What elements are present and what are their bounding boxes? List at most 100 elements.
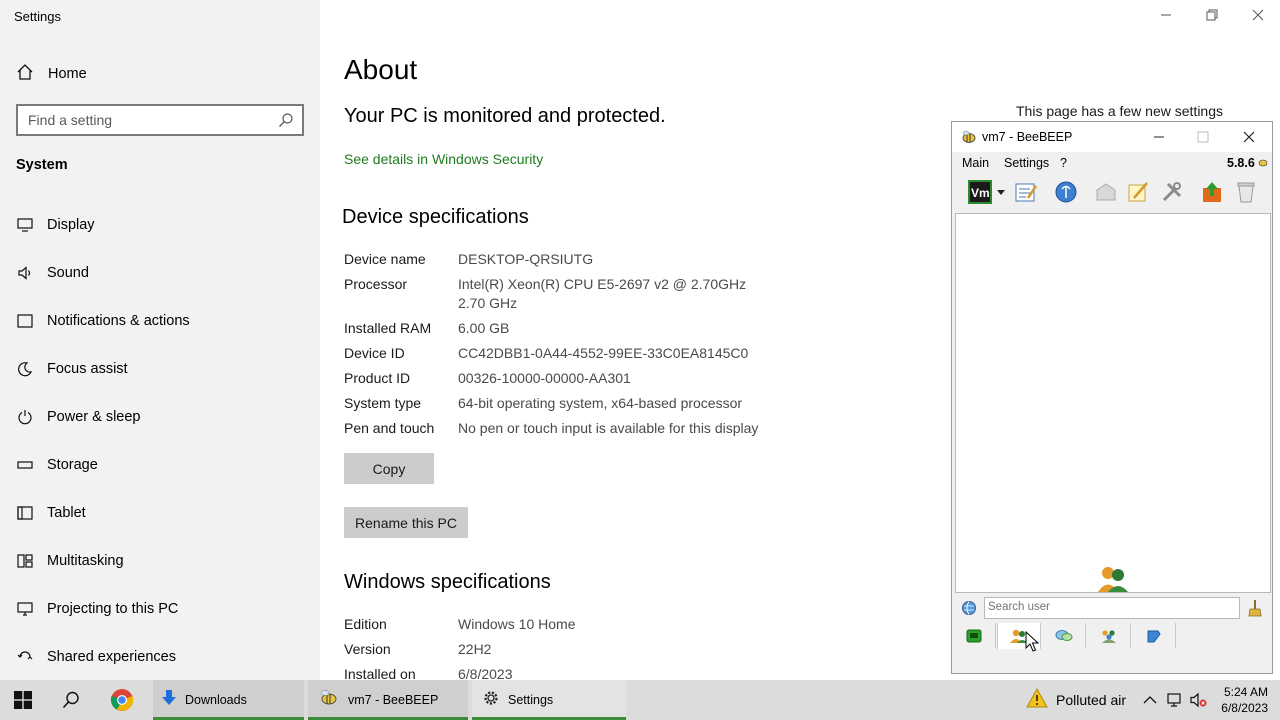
notifications-icon [16, 312, 34, 330]
nav-item-projecting[interactable]: Projecting to this PC [16, 597, 306, 621]
windows-specs-heading: Windows specifications [344, 571, 551, 593]
beebeep-toolbar: Vm [952, 174, 1272, 210]
taskbar-item-label: Downloads [185, 693, 247, 707]
section-label-system: System [16, 157, 68, 173]
rename-pc-button[interactable]: Rename this PC [344, 507, 468, 538]
beebeep-menubar: Main Settings ? 5.8.6 [952, 152, 1272, 174]
shared-experiences-icon [16, 648, 34, 666]
spec-key: Edition [344, 616, 387, 632]
spec-value: Windows 10 Home [458, 616, 576, 632]
tab-groups[interactable] [1087, 623, 1131, 648]
mouse-cursor-icon [1025, 630, 1040, 658]
nav-item-focus-assist[interactable]: Focus assist [16, 357, 306, 381]
settings-sidebar: Settings Home System Display Sound Notif… [0, 0, 320, 680]
bee-maximize-button[interactable] [1197, 130, 1209, 148]
users-group-icon [1097, 565, 1129, 598]
search-icon[interactable] [278, 112, 294, 133]
tab-home[interactable] [952, 623, 996, 648]
bee-close-button[interactable] [1243, 130, 1255, 148]
user-search-box[interactable] [984, 597, 1240, 619]
system-clock[interactable]: 5:24 AM 6/8/2023 [1221, 684, 1268, 716]
nav-home-label: Home [48, 66, 87, 82]
app-title: Settings [14, 9, 61, 24]
spec-value: 6.00 GB [458, 320, 510, 336]
edit-profile-icon[interactable] [1014, 180, 1038, 204]
user-list-panel[interactable] [955, 213, 1271, 593]
nav-home[interactable]: Home [16, 63, 87, 85]
page-title: About [344, 54, 418, 85]
nav-item-label: Power & sleep [47, 409, 141, 425]
home-icon [16, 63, 34, 86]
nav-item-label: Shared experiences [47, 649, 176, 665]
start-button[interactable] [14, 680, 32, 720]
weather-label: Polluted air [1056, 692, 1127, 708]
bee-mini-icon [1257, 156, 1269, 171]
vm-status-icon[interactable]: Vm [968, 180, 992, 204]
nav-item-label: Sound [47, 265, 89, 281]
share-folder-icon[interactable] [1094, 180, 1118, 204]
nav-item-multitasking[interactable]: Multitasking [16, 549, 306, 573]
tab-files[interactable] [1132, 623, 1176, 648]
nav-item-shared-experiences[interactable]: Shared experiences [16, 645, 306, 669]
search-user-input[interactable] [988, 601, 1228, 613]
menu-main[interactable]: Main [962, 156, 989, 170]
network-tray-icon[interactable] [1166, 680, 1184, 720]
taskbar-downloads[interactable]: Downloads [153, 680, 304, 720]
windows-security-link[interactable]: See details in Windows Security [344, 151, 543, 167]
update-icon[interactable] [1200, 180, 1224, 204]
volume-muted-icon[interactable] [1190, 680, 1208, 720]
restore-button[interactable] [1206, 8, 1218, 24]
protection-status: Your PC is monitored and protected. [344, 105, 666, 127]
projecting-icon [16, 600, 34, 618]
tab-chats[interactable] [1042, 623, 1086, 648]
globe-icon[interactable] [961, 600, 977, 621]
spec-value: 22H2 [458, 641, 492, 657]
bee-minimize-button[interactable] [1153, 130, 1165, 148]
nav-item-notifications[interactable]: Notifications & actions [16, 309, 306, 333]
focus-assist-icon [16, 360, 34, 378]
taskbar-settings[interactable]: Settings [472, 680, 626, 720]
display-icon [16, 216, 34, 234]
device-specs-heading: Device specifications [342, 206, 529, 228]
trash-icon[interactable] [1234, 180, 1258, 204]
chrome-icon[interactable] [110, 680, 134, 720]
sound-icon [16, 264, 34, 282]
nav-item-display[interactable]: Display [16, 213, 306, 237]
settings-search-box[interactable] [16, 104, 304, 136]
close-button[interactable] [1252, 8, 1264, 24]
nav-item-label: Display [47, 217, 95, 233]
beebeep-view-tabs [952, 623, 1272, 649]
spec-value: 6/8/2023 [458, 666, 513, 680]
menu-settings[interactable]: Settings [1004, 156, 1049, 170]
beebeep-titlebar[interactable]: vm7 - BeeBEEP [952, 122, 1272, 152]
storage-icon [16, 456, 34, 474]
network-icon[interactable] [1054, 180, 1078, 204]
weather-widget[interactable]: Polluted air [1026, 680, 1126, 720]
taskbar-search-icon[interactable] [62, 680, 80, 720]
nav-item-tablet[interactable]: Tablet [16, 501, 306, 525]
spec-key: Device name [344, 251, 426, 267]
clock-time: 5:24 AM [1223, 685, 1268, 699]
nav-item-sound[interactable]: Sound [16, 261, 306, 285]
notepad-icon[interactable] [1126, 180, 1150, 204]
nav-item-power-sleep[interactable]: Power & sleep [16, 405, 306, 429]
nav-item-label: Notifications & actions [47, 313, 190, 329]
minimize-button[interactable] [1160, 8, 1172, 24]
settings-tools-icon[interactable] [1160, 180, 1184, 204]
nav-item-storage[interactable]: Storage [16, 453, 306, 477]
taskbar-beebeep[interactable]: vm7 - BeeBEEP [308, 680, 468, 720]
spec-key: Product ID [344, 370, 411, 386]
menu-help[interactable]: ? [1060, 156, 1067, 170]
show-hidden-icons-chevron-icon[interactable] [1143, 680, 1157, 720]
nav-item-label: Projecting to this PC [47, 601, 179, 617]
taskbar: Downloads vm7 - BeeBEEP Settings Pollute… [0, 680, 1280, 720]
status-dropdown-icon[interactable] [996, 180, 1006, 204]
spec-value: CC42DBB1-0A44-4552-99EE-33C0EA8145C0 [458, 345, 749, 361]
clear-broom-icon[interactable] [1247, 599, 1263, 622]
clock-date: 6/8/2023 [1221, 701, 1268, 715]
tablet-icon [16, 504, 34, 522]
copy-button[interactable]: Copy [344, 453, 434, 484]
bee-logo-icon [960, 129, 978, 150]
taskbar-item-label: vm7 - BeeBEEP [348, 693, 439, 707]
search-input[interactable] [28, 112, 268, 128]
